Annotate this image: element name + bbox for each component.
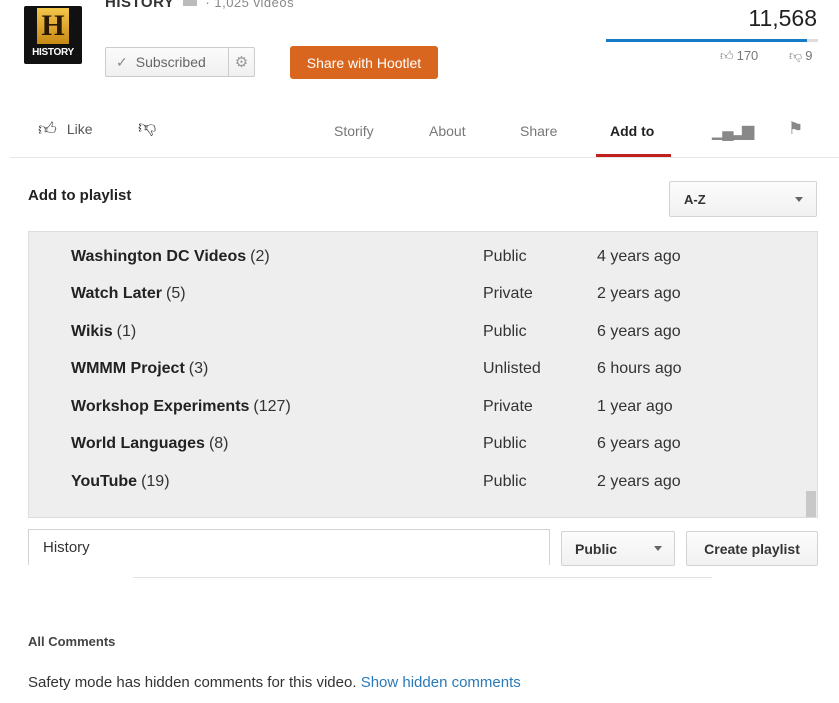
thumbs-up-small-icon: 👍︎ [720,48,734,63]
playlist-name: YouTube (19) [71,473,170,490]
channel-name[interactable]: HISTORY [105,0,174,11]
subscribed-button[interactable]: ✓ Subscribed ⚙ [105,47,255,77]
like-ratio-fill [606,39,808,42]
sort-value: A-Z [684,191,706,207]
playlist-age: 6 years ago [597,323,681,340]
playlist-age: 2 years ago [597,473,681,490]
privacy-value: Public [575,540,618,557]
logo-letter: H [37,8,69,44]
channel-name-line: HISTORY · 1,025 videos [105,0,294,11]
playlist-age: 2 years ago [597,285,681,302]
checkmark-icon: ✓ [116,53,128,70]
tab-storify[interactable]: Storify [334,123,374,139]
playlist-count: (2) [250,248,270,265]
dislike-count: 9 [805,48,813,63]
playlist-count: (127) [253,398,291,415]
tab-about[interactable]: About [429,123,466,139]
playlist-age: 6 hours ago [597,360,682,377]
playlist-age: 1 year ago [597,398,673,415]
playlist-name: Watch Later (5) [71,285,186,302]
playlist-list[interactable]: Washington DC Videos (2) Public 4 years a… [28,231,818,518]
playlist-privacy: Public [483,323,527,340]
playlist-name: Workshop Experiments (127) [71,398,291,415]
playlist-privacy: Public [483,435,527,452]
create-playlist-button[interactable]: Create playlist [686,531,818,566]
action-bar-divider [10,157,839,158]
thumbs-down-icon: 👎︎ [138,117,157,137]
view-count: 11,568 [748,5,817,31]
playlist-row[interactable]: Watch Later (5) Private 2 years ago [29,285,817,322]
chevron-down-icon [654,546,662,551]
show-hidden-comments-link[interactable]: Show hidden comments [361,674,521,691]
playlist-count: (1) [116,323,137,340]
playlist-name: Washington DC Videos (2) [71,248,270,265]
thumbs-up-icon: 👍︎ [38,119,57,139]
playlist-row[interactable]: World Languages (8) Public 6 years ago [29,435,817,472]
verified-icon [182,0,197,6]
safety-text: Safety mode has hidden comments for this… [28,674,357,691]
playlist-age: 4 years ago [597,248,681,265]
scrollbar-thumb[interactable] [806,491,816,517]
safety-mode-notice: Safety mode has hidden comments for this… [28,674,521,691]
like-count-group: 👍︎ 170 [720,48,758,64]
playlist-row[interactable]: WMMM Project (3) Unlisted 6 hours ago [29,360,817,397]
channel-logo[interactable]: H HISTORY [24,6,82,64]
playlist-privacy: Unlisted [483,360,541,377]
chevron-down-icon [795,197,803,202]
like-label: Like [66,121,93,137]
playlist-count: (3) [188,360,209,377]
playlist-row[interactable]: Wikis (1) Public 6 years ago [29,323,817,360]
playlist-privacy: Private [483,398,533,415]
all-comments-heading: All Comments [28,634,116,649]
dislike-count-group: 👎︎ 9 [789,48,812,64]
playlist-count: (19) [141,473,170,490]
panel-bottom-divider [133,577,712,578]
playlist-count: (8) [208,435,229,452]
like-button[interactable]: 👍︎ Like [38,118,93,140]
new-playlist-privacy-select[interactable]: Public [561,531,675,566]
video-count: · 1,025 videos [205,0,295,10]
tab-share[interactable]: Share [520,123,557,139]
playlist-row[interactable]: YouTube (19) Public 2 years ago [29,473,817,510]
thumbs-down-small-icon: 👎︎ [789,48,803,63]
gear-icon[interactable]: ⚙ [228,48,254,76]
playlist-privacy: Public [483,248,527,265]
playlist-row[interactable]: Workshop Experiments (127) Private 1 year… [29,398,817,435]
playlist-privacy: Public [483,473,527,490]
stats-icon[interactable]: ▁▄▂▆ [712,121,754,141]
like-ratio-bar [606,39,818,42]
like-count: 170 [736,48,759,63]
tab-add-to[interactable]: Add to [610,123,654,139]
flag-icon[interactable]: ⚑ [788,119,803,139]
share-with-hootlet-button[interactable]: Share with Hootlet [290,46,438,79]
playlist-privacy: Private [483,285,533,302]
add-to-playlist-title: Add to playlist [28,187,132,204]
playlist-name: Wikis (1) [71,323,137,340]
logo-wordmark: HISTORY [32,47,74,58]
new-playlist-name-input[interactable] [28,529,550,565]
subscribed-label-area[interactable]: ✓ Subscribed [106,54,228,71]
playlist-count: (5) [165,285,186,302]
playlist-name: WMMM Project (3) [71,360,209,377]
sort-select[interactable]: A-Z [669,181,817,217]
playlist-age: 6 years ago [597,435,681,452]
playlist-row[interactable]: Washington DC Videos (2) Public 4 years a… [29,248,817,285]
playlist-name: World Languages (8) [71,435,229,452]
dislike-button[interactable]: 👎︎ [138,116,156,138]
subscribed-label: Subscribed [135,54,206,70]
